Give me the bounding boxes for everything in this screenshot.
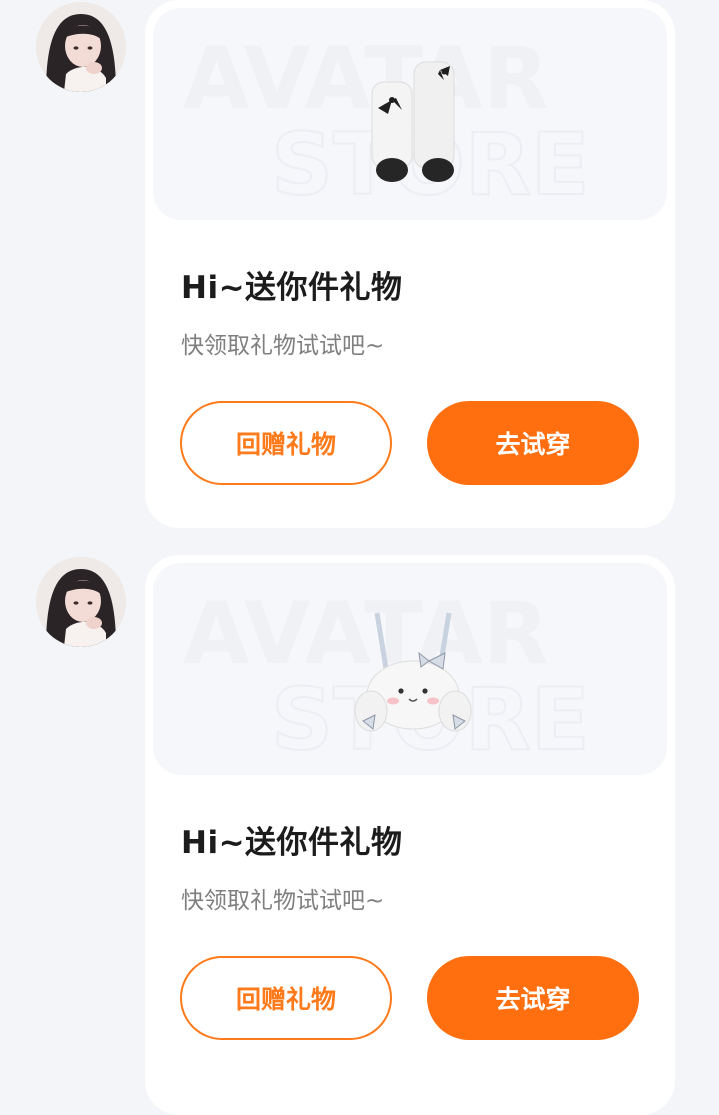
gift-title: Hi~送你件礼物 [181, 825, 403, 861]
avatar[interactable] [36, 2, 126, 92]
return-gift-button[interactable]: 回赠礼物 [180, 401, 392, 485]
gift-title: Hi~送你件礼物 [181, 270, 403, 306]
gift-subtitle: 快领取礼物试试吧~ [181, 333, 385, 359]
bunny-bag-icon [354, 612, 472, 732]
try-on-button[interactable]: 去试穿 [427, 401, 639, 485]
gift-card: AVATAR STORE Hi~送你件礼物 快领取礼物试试吧~ 回赠礼物 去试穿 [145, 0, 675, 528]
product-banner[interactable]: AVATAR STORE [153, 563, 667, 775]
avatar[interactable] [36, 557, 126, 647]
return-gift-button[interactable]: 回赠礼物 [180, 956, 392, 1040]
product-banner[interactable]: AVATAR STORE [153, 8, 667, 220]
gift-card: AVATAR STORE Hi~送你件礼物 快领取礼物试试吧~ 回赠礼物 去试穿 [145, 555, 675, 1115]
avatar-image [36, 557, 126, 647]
socks-icon [371, 61, 455, 182]
try-on-button[interactable]: 去试穿 [427, 956, 639, 1040]
gift-subtitle: 快领取礼物试试吧~ [181, 888, 385, 914]
avatar-image [36, 2, 126, 92]
